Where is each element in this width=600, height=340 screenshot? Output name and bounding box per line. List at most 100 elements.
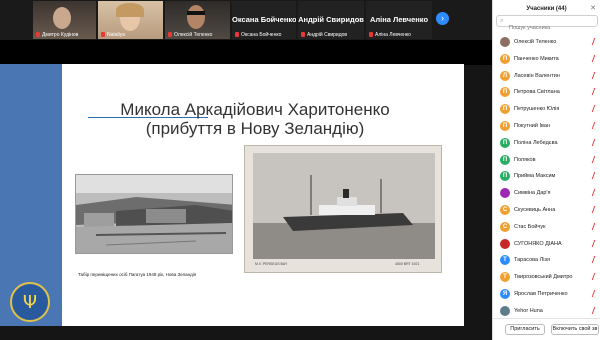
search-input[interactable] [497,23,597,33]
participant-big-name: Оксана Бойченко [232,15,296,24]
mic-muted-icon [591,138,599,146]
avatar: П [500,120,510,131]
participant-name: Ласевін Валентин [514,72,560,79]
avatar: П [500,154,510,165]
participant-name: Твирозовський Дмитро [514,274,573,281]
avatar [500,37,510,47]
participant-name: Олексій Теленко [514,39,557,45]
avatar: П [500,53,510,64]
mic-muted-icon [591,121,599,129]
participant-name: Стас Бойчук [514,223,546,230]
video-tile[interactable]: Аліна Левченко Аліна Левченко [366,1,432,39]
participant-name: СУГОНЯКО ДІАНА [514,240,562,247]
participant-name: Прийма Максим [514,173,556,180]
search-icon: ⌕ [500,18,504,24]
avatar: Т [500,255,510,266]
avatar [500,188,510,199]
ship-postcard: M.V. PERSEUS BAY 4500 BRT 1921 [244,145,442,273]
slide-title-line1: Микола Аркадійович Харитоненко [120,100,390,119]
avatar: Л [500,70,510,81]
mic-muted-icon [168,32,172,38]
university-emblem-logo: Ψ [10,282,50,322]
video-tile[interactable]: Андрій Свиридов Андрій Свиридов [298,1,364,39]
avatar: П [500,87,510,98]
mic-muted-icon [591,105,599,113]
video-tile[interactable]: Дмитро Кудінов [33,1,96,39]
list-item[interactable]: Я Ярослав Петриченко [493,286,600,303]
list-item[interactable]: С Стас Бойчук [493,219,600,236]
list-item[interactable]: Симвіна Дар'я [493,185,600,202]
video-tile[interactable]: Олексій Тепенко [165,1,230,39]
list-item[interactable]: П Петрова Світлана [493,84,600,101]
video-tile[interactable]: Nataliya [98,1,163,39]
mic-muted-icon [591,306,599,314]
avatar: Я [500,288,510,299]
participant-name: Петрова Світлана [514,89,560,96]
list-item[interactable]: Т Твирозовський Дмитро [493,269,600,286]
slide-title-line2: (прибуття в Нову Зеландію) [145,119,365,138]
shared-screen: Ψ Микола Аркадійович Харитоненко (прибут… [0,40,492,340]
list-item[interactable]: П Петрушенко Юлія [493,101,600,118]
participant-big-name: Аліна Левченко [369,15,429,24]
participants-title: Учасники (44) [526,6,567,12]
participants-list: Олексій Теленко П Панченко Микита Л Ласеві… [493,34,600,320]
mic-muted-icon [301,32,305,38]
participant-name: Оксана Бойченко [241,32,282,38]
avatar: С [500,221,510,232]
slide-title: Микола Аркадійович Харитоненко (прибуття… [90,100,420,138]
list-item[interactable]: Т Тарасова Лізя [493,252,600,269]
ship-caption-right: 4500 BRT 1921 [395,262,420,266]
mic-muted-icon [591,71,599,79]
participant-search[interactable]: ⌕ [496,15,598,33]
participant-name: Поляков [514,156,536,163]
avatar: С [500,204,510,215]
mic-muted-icon [101,32,105,38]
ship-photo [253,153,435,259]
ship-caption-left: M.V. PERSEUS BAY [255,262,288,266]
list-item[interactable]: П Панченко Микита [493,51,600,68]
participant-name: Андрій Свиридов [307,32,348,38]
participant-name: Скусевиць Анна [514,206,556,213]
video-strip: Дмитро Кудінов Nataliya Олексій Тепенко … [0,0,492,40]
avatar [500,238,510,249]
zoom-meeting-window: Дмитро Кудінов Nataliya Олексій Тепенко … [0,0,600,340]
list-item[interactable]: П Поляков [493,152,600,169]
list-item[interactable]: СУГОНЯКО ДІАНА [493,236,600,253]
mic-muted-icon [369,32,373,38]
list-item[interactable]: П Прийма Максим [493,168,600,185]
mic-muted-icon [591,239,599,247]
mic-muted-icon [591,88,599,96]
avatar [500,305,510,316]
list-item[interactable]: П Покутний Іван [493,118,600,135]
mic-muted-icon [591,256,599,264]
participant-name: Yehor Huna [514,307,543,314]
unmute-self-button[interactable]: Включить свой зв [551,324,599,335]
avatar: П [500,137,510,148]
video-tile[interactable]: Оксана Бойченко Оксана Бойченко [232,1,296,39]
mic-muted-icon [591,222,599,230]
participants-panel: Учасники (44) ✕ ⌕ Олексій Теленко П Панче… [492,0,600,340]
mic-muted-icon [591,189,599,197]
list-item[interactable]: Л Ласевін Валентин [493,68,600,85]
list-item[interactable]: Олексій Теленко [493,34,600,51]
avatar: П [500,104,510,115]
trident-icon: Ψ [22,292,38,313]
participant-name: Ярослав Петриченко [514,290,568,297]
mic-muted-icon [591,289,599,297]
mic-muted-icon [235,32,239,38]
mic-muted-icon [591,172,599,180]
mic-muted-icon [591,155,599,163]
camp-photo [75,174,233,254]
participant-name: Симвіна Дар'я [514,190,551,197]
participant-name: Петрушенко Юлія [514,106,560,113]
participant-name: Аліна Левченко [375,32,411,38]
chevron-right-icon[interactable]: › [436,12,449,25]
avatar: Т [500,272,510,283]
participant-name: Покутний Іван [514,122,550,129]
participant-name: Олексій Тепенко [174,32,213,38]
invite-button[interactable]: Пригласить [505,324,545,335]
list-item[interactable]: С Скусевиць Анна [493,202,600,219]
list-item[interactable]: П Поліна Лебедєва [493,135,600,152]
close-icon[interactable]: ✕ [590,4,596,12]
ship-photo-image [253,153,435,259]
